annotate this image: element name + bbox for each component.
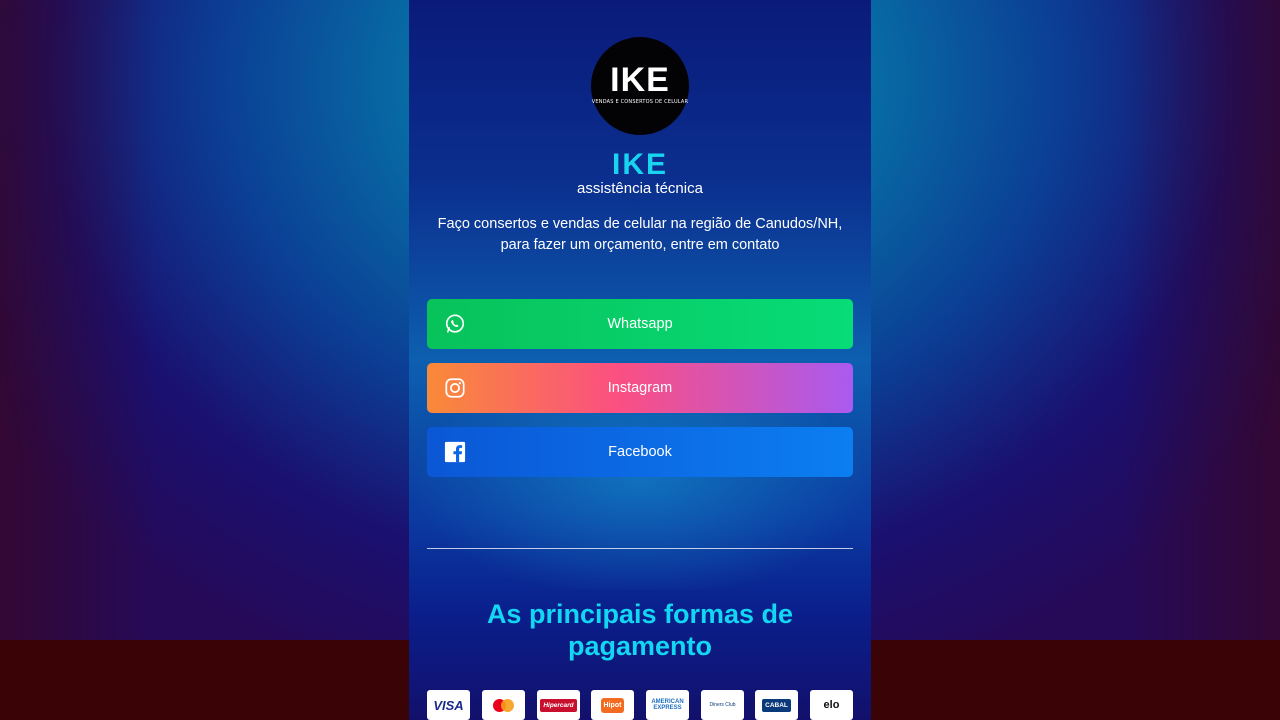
hipercard-card-logo: Hipercard bbox=[537, 690, 580, 720]
payment-cards: VISA Hipercard Hipot AMERICAN EXPRESS Di… bbox=[427, 690, 853, 720]
amex-card-logo: AMERICAN EXPRESS bbox=[646, 690, 689, 720]
logo-tagline: VENDAS E CONSERTOS DE CELULAR bbox=[591, 99, 689, 105]
facebook-button[interactable]: Facebook bbox=[427, 427, 853, 477]
instagram-button[interactable]: Instagram bbox=[427, 363, 853, 413]
mastercard-card-logo bbox=[482, 690, 525, 720]
brand-name: IKE bbox=[611, 148, 668, 181]
facebook-icon bbox=[444, 441, 466, 463]
instagram-icon bbox=[445, 378, 465, 398]
hipot-card-logo: Hipot bbox=[591, 690, 634, 720]
section-divider bbox=[427, 548, 853, 549]
cabal-card-logo: CABAL bbox=[755, 690, 798, 720]
payments-title-line-1: As principais formas de bbox=[486, 599, 794, 629]
profile-avatar: IKE VENDAS E CONSERTOS DE CELULAR bbox=[591, 37, 689, 135]
whatsapp-button[interactable]: Whatsapp bbox=[427, 299, 853, 349]
diners-card-logo: Diners Club bbox=[701, 690, 744, 720]
elo-text: elo bbox=[823, 699, 840, 711]
visa-text: VISA bbox=[433, 697, 464, 713]
facebook-label: Facebook bbox=[608, 444, 672, 460]
description-line-1: Faço consertos e vendas de celular na re… bbox=[437, 216, 843, 232]
mastercard-orange-circle bbox=[501, 698, 514, 712]
cabal-text: CABAL bbox=[762, 698, 791, 712]
payments-title-line-2: pagamento bbox=[567, 631, 713, 661]
instagram-label: Instagram bbox=[607, 380, 673, 396]
visa-card-logo: VISA bbox=[427, 690, 470, 720]
description-line-2: para fazer um orçamento, entre em contat… bbox=[500, 237, 780, 253]
hipot-text: Hipot bbox=[600, 697, 625, 713]
whatsapp-label: Whatsapp bbox=[607, 316, 673, 332]
payments-title: As principais formas de pagamento bbox=[420, 598, 860, 662]
profile-description: Faço consertos e vendas de celular na re… bbox=[420, 214, 860, 256]
whatsapp-icon bbox=[445, 314, 465, 333]
hipercard-text: Hipercard bbox=[540, 698, 577, 712]
amex-text: AMERICAN EXPRESS bbox=[651, 699, 684, 711]
brand-subtitle: assistência técnica bbox=[577, 180, 703, 197]
elo-card-logo: elo bbox=[810, 690, 853, 720]
logo-mark: IKE bbox=[610, 61, 670, 99]
diners-text: Diners Club bbox=[709, 702, 736, 708]
